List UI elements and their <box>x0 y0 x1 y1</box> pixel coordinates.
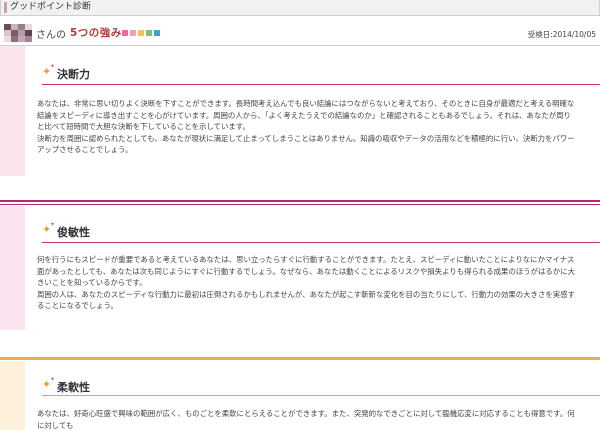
avatar-pixel <box>18 36 25 42</box>
section-title: 柔軟性 <box>57 381 90 394</box>
color-square <box>146 30 152 36</box>
color-square <box>122 30 128 36</box>
strength-section-3: ✦ ✦ 柔軟性 あなたは、好奇心旺盛で興味の範囲が広く、ものごとを柔軟にとらえる… <box>0 357 600 430</box>
section-paragraph: 周囲の人は、あなたのスピーディな行動力に最初は圧倒されるかもしれませんが、あなた… <box>37 289 575 311</box>
strengths-title: 5つの強み <box>70 27 122 39</box>
section-title: 決断力 <box>57 68 90 81</box>
color-square <box>130 30 136 36</box>
section-body: あなたは、好奇心旺盛で興味の範囲が広く、ものごとを柔軟にとらえることができます。… <box>37 408 577 431</box>
section-paragraph: 決断力を周囲に認められたとしても、あなたが現状に満足して止まってしまうことはあり… <box>37 133 575 155</box>
test-date: 受検日:2014/10/05 <box>527 30 596 39</box>
avatar <box>4 24 32 42</box>
section-sidebar <box>0 206 25 330</box>
sparkle-small-icon: ✦ <box>50 63 56 70</box>
section-paragraph: あなたは、好奇心旺盛で興味の範囲が広く、ものごとを柔軟にとらえることができます。… <box>37 409 575 430</box>
color-square <box>154 30 160 36</box>
section-title-underline <box>42 242 600 243</box>
sparkle-small-icon: ✦ <box>50 221 56 228</box>
header-mark <box>4 2 7 13</box>
avatar-pixel <box>4 36 11 42</box>
user-row: さんの 5つの強み 受検日:2014/10/05 <box>0 22 600 46</box>
section-paragraph: 何を行うにもスピードが重要であると考えているあなたは、思い立ったらすぐに行動する… <box>37 255 575 287</box>
section-paragraph: あなたは、非常に思い切りよく決断を下すことができます。長時間考え込んでも良い結論… <box>37 99 575 131</box>
section-band <box>0 357 600 360</box>
color-squares <box>122 30 160 36</box>
app-header: グッドポイント診断 <box>0 0 600 16</box>
section-sidebar <box>0 46 25 176</box>
section-title-underline <box>42 395 600 396</box>
sparkle-small-icon: ✦ <box>50 376 56 383</box>
section-sidebar <box>0 361 25 430</box>
section-body: 何を行うにもスピードが重要であると考えているあなたは、思い立ったらすぐに行動する… <box>37 254 577 312</box>
user-name-suffix: さんの <box>36 30 66 41</box>
section-title: 俊敏性 <box>57 226 90 239</box>
app-title: グッドポイント診断 <box>10 2 92 12</box>
avatar-pixel <box>11 36 18 42</box>
strength-section-2: ✦ ✦ 俊敏性 何を行うにもスピードが重要であると考えているあなたは、思い立った… <box>0 200 600 350</box>
section-title-underline <box>42 84 600 85</box>
strength-section-1: ✦ ✦ 決断力 あなたは、非常に思い切りよく決断を下すことができます。長時間考え… <box>0 46 600 196</box>
avatar-pixel <box>25 36 32 42</box>
section-band <box>0 200 600 202</box>
section-band-thin <box>0 204 600 205</box>
color-square <box>138 30 144 36</box>
section-body: あなたは、非常に思い切りよく決断を下すことができます。長時間考え込んでも良い結論… <box>37 98 577 156</box>
